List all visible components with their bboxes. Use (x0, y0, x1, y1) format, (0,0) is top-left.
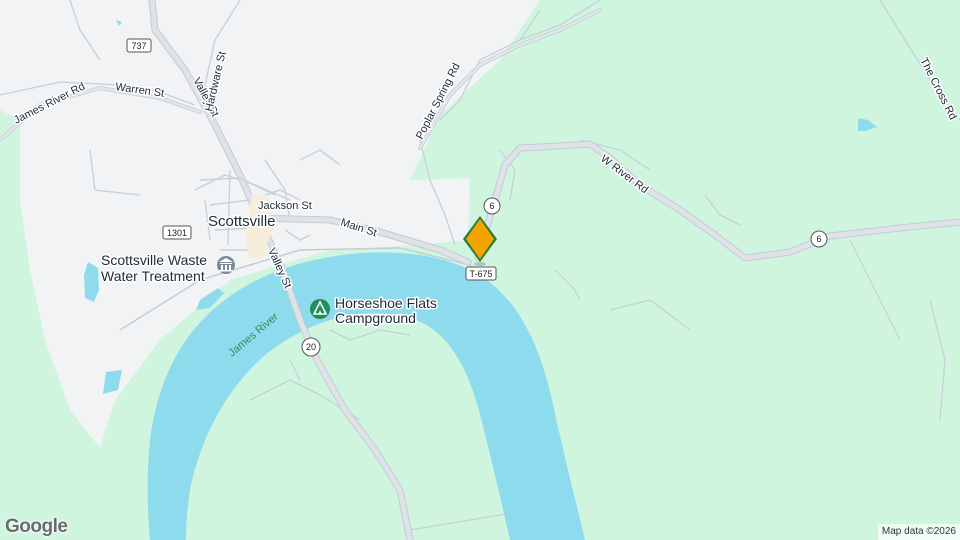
svg-text:6: 6 (489, 201, 494, 211)
svg-text:6: 6 (816, 234, 821, 244)
map-attribution[interactable]: Map data ©2026 (877, 524, 960, 540)
town-label[interactable]: Scottsville (207, 212, 278, 232)
svg-text:737: 737 (131, 41, 146, 51)
shield-6-north: 6 (483, 197, 501, 215)
shield-20: 20 (301, 337, 321, 357)
map-canvas[interactable]: 737 1301 6 6 20 T-675 Scottsville Scotts… (0, 0, 960, 540)
road-label-jackson-st: Jackson St (258, 200, 312, 212)
shield-6-east: 6 (810, 230, 828, 248)
campground-label-line1[interactable]: Horseshoe Flats (334, 294, 439, 313)
waste-water-label-line1[interactable]: Scottsville Waste (100, 251, 209, 270)
shield-1301: 1301 (162, 225, 192, 240)
campground-icon-group[interactable] (310, 299, 330, 319)
shield-t675: T-675 (465, 266, 497, 281)
treatment-icon-group[interactable] (217, 256, 235, 274)
waste-water-label-line2[interactable]: Water Treatment (100, 267, 207, 286)
svg-text:T-675: T-675 (469, 269, 492, 279)
google-logo: Google (5, 516, 68, 537)
svg-text:20: 20 (306, 342, 316, 352)
shield-737: 737 (126, 38, 152, 53)
svg-text:1301: 1301 (167, 228, 187, 238)
campground-label-line2[interactable]: Campground (334, 309, 418, 328)
